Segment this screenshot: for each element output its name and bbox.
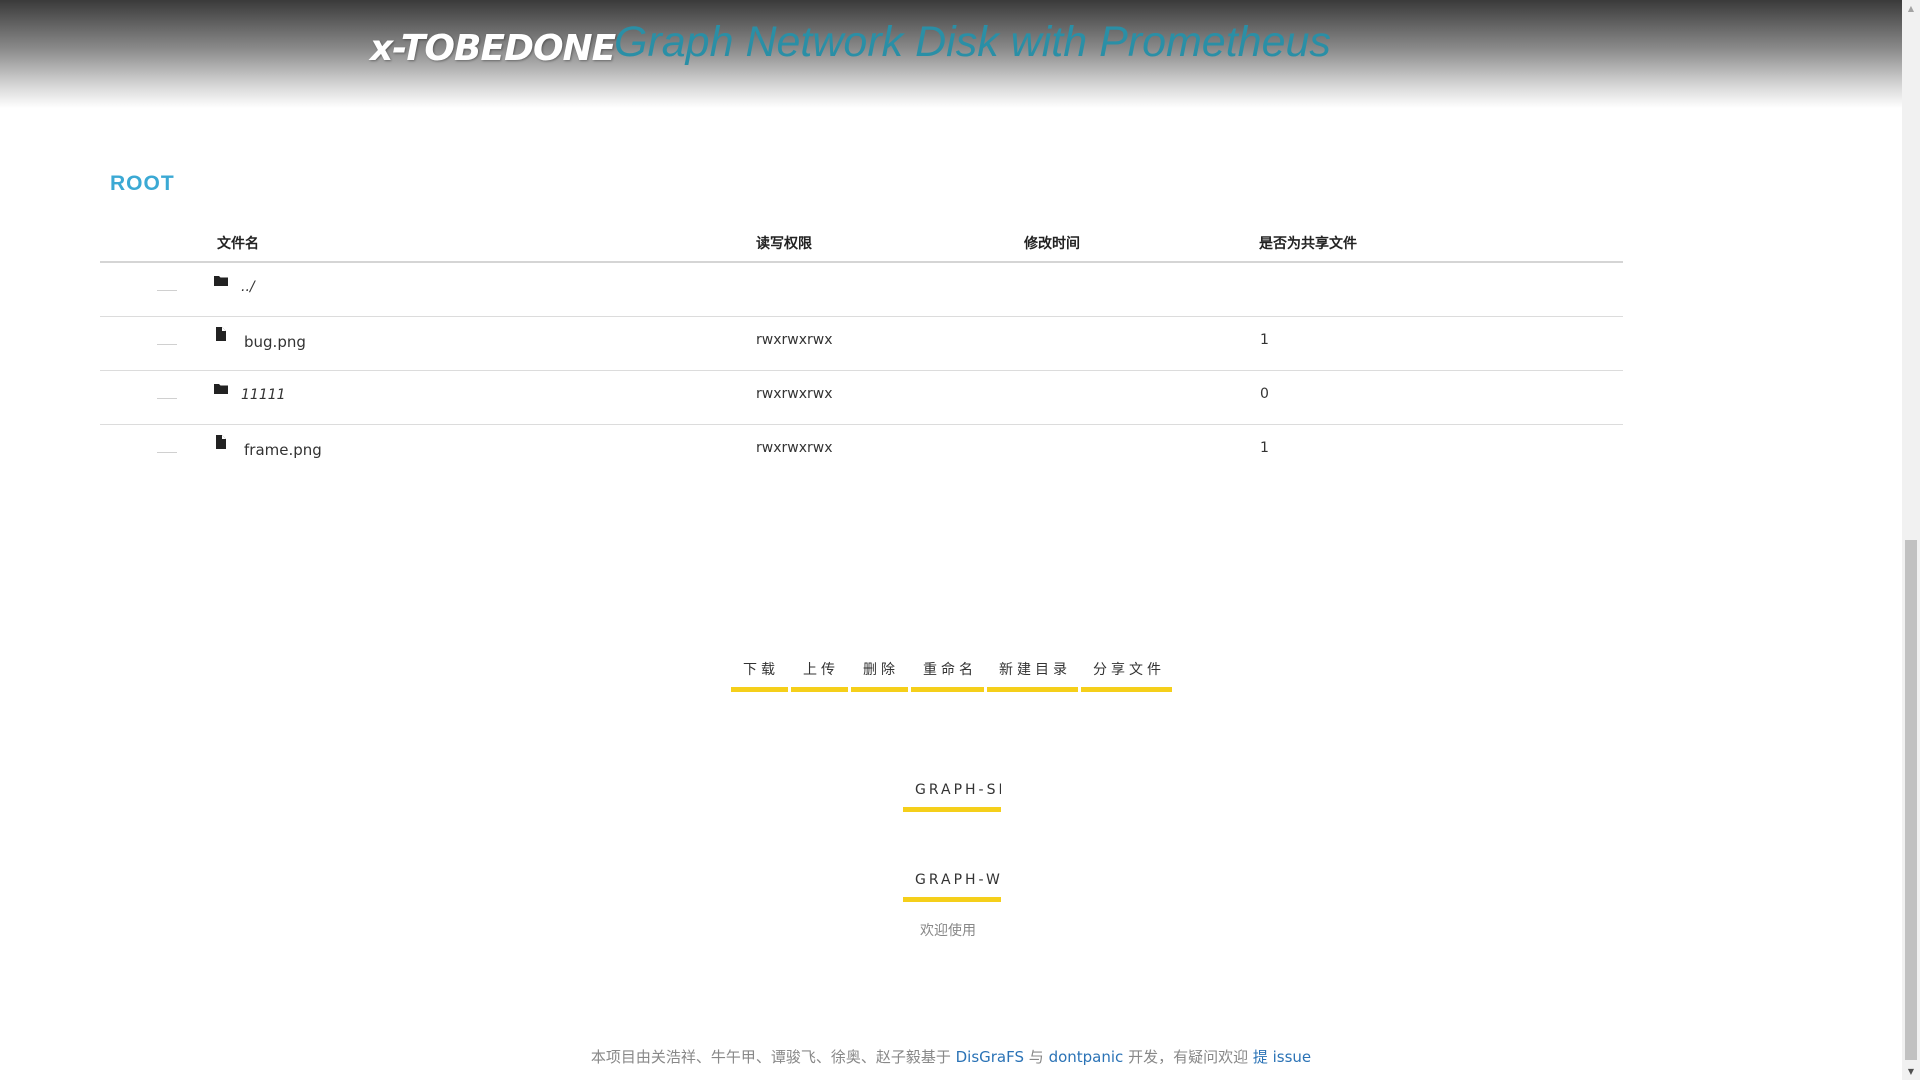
site-title: Graph Network Disk with Prometheus [614, 18, 1331, 66]
page: x-TOBEDONE Graph Network Disk with Prome… [0, 0, 1920, 1080]
row-select-checkbox[interactable] [157, 290, 177, 291]
table-row[interactable]: ../ [100, 263, 1623, 317]
file-permission: rwxrwxrwx [756, 440, 833, 456]
delete-button[interactable]: 删除 [851, 652, 908, 692]
column-header-filename: 文件名 [217, 236, 259, 252]
scrollbar-thumb[interactable] [1905, 540, 1917, 1060]
file-icon [216, 327, 226, 341]
table-row[interactable]: bug.png rwxrwxrwx 1 [100, 317, 1623, 371]
file-name-link[interactable]: 11111 [241, 387, 286, 403]
footer-mid1: 与 [1024, 1048, 1049, 1066]
new-directory-button[interactable]: 新建目录 [987, 652, 1078, 692]
share-file-button[interactable]: 分享文件 [1081, 652, 1172, 692]
file-name-link[interactable]: frame.png [244, 441, 322, 459]
footer-credits: 本项目由关浩祥、牛午甲、谭骏飞、徐奥、赵子毅基于 DisGraFS 与 dont… [0, 1046, 1902, 1067]
site-logo[interactable]: x-TOBEDONE [370, 28, 616, 69]
file-shared-flag: 1 [1260, 440, 1269, 456]
file-name-link[interactable]: ../ [241, 279, 255, 295]
file-shared-flag: 1 [1260, 332, 1269, 348]
vertical-scrollbar[interactable]: ▲ ▼ [1902, 0, 1920, 1080]
file-name-link[interactable]: bug.png [244, 333, 306, 351]
footer-mid2: 开发，有疑问欢迎 [1123, 1048, 1253, 1066]
graph-w-button[interactable]: GRAPH-W [903, 862, 1001, 902]
row-select-checkbox[interactable] [157, 344, 177, 345]
file-icon [216, 435, 226, 449]
welcome-text: 欢迎使用 [920, 923, 976, 939]
table-header: 文件名 读写权限 修改时间 是否为共享文件 [100, 228, 1623, 263]
dontpanic-link[interactable]: dontpanic [1049, 1048, 1124, 1066]
issue-link[interactable]: 提 issue [1253, 1048, 1311, 1066]
row-select-checkbox[interactable] [157, 398, 177, 399]
rename-button[interactable]: 重命名 [911, 652, 984, 692]
folder-icon [214, 384, 228, 394]
file-permission: rwxrwxrwx [756, 332, 833, 348]
upload-button[interactable]: 上传 [791, 652, 848, 692]
column-header-modified: 修改时间 [1024, 236, 1080, 252]
row-select-checkbox[interactable] [157, 452, 177, 453]
graph-se-button[interactable]: GRAPH-SE [903, 772, 1001, 812]
download-button[interactable]: 下载 [731, 652, 788, 692]
header-bar: x-TOBEDONE Graph Network Disk with Prome… [0, 0, 1902, 108]
file-table: 文件名 读写权限 修改时间 是否为共享文件 ../ bug.png rwxrwx… [100, 228, 1623, 478]
file-shared-flag: 0 [1260, 386, 1269, 402]
file-actions-toolbar: 下载 上传 删除 重命名 新建目录 分享文件 [731, 652, 1172, 692]
breadcrumb-root[interactable]: ROOT [110, 172, 175, 196]
footer-prefix: 本项目由关浩祥、牛午甲、谭骏飞、徐奥、赵子毅基于 [590, 1048, 956, 1066]
disgrafs-link[interactable]: DisGraFS [956, 1048, 1024, 1066]
column-header-shared: 是否为共享文件 [1259, 236, 1357, 252]
folder-icon [214, 276, 228, 286]
column-header-permission: 读写权限 [756, 236, 812, 252]
scroll-down-arrow-icon[interactable]: ▼ [1902, 1063, 1920, 1080]
file-permission: rwxrwxrwx [756, 386, 833, 402]
table-row[interactable]: 11111 rwxrwxrwx 0 [100, 371, 1623, 425]
scroll-up-arrow-icon[interactable]: ▲ [1902, 0, 1920, 17]
table-row[interactable]: frame.png rwxrwxrwx 1 [100, 425, 1623, 478]
